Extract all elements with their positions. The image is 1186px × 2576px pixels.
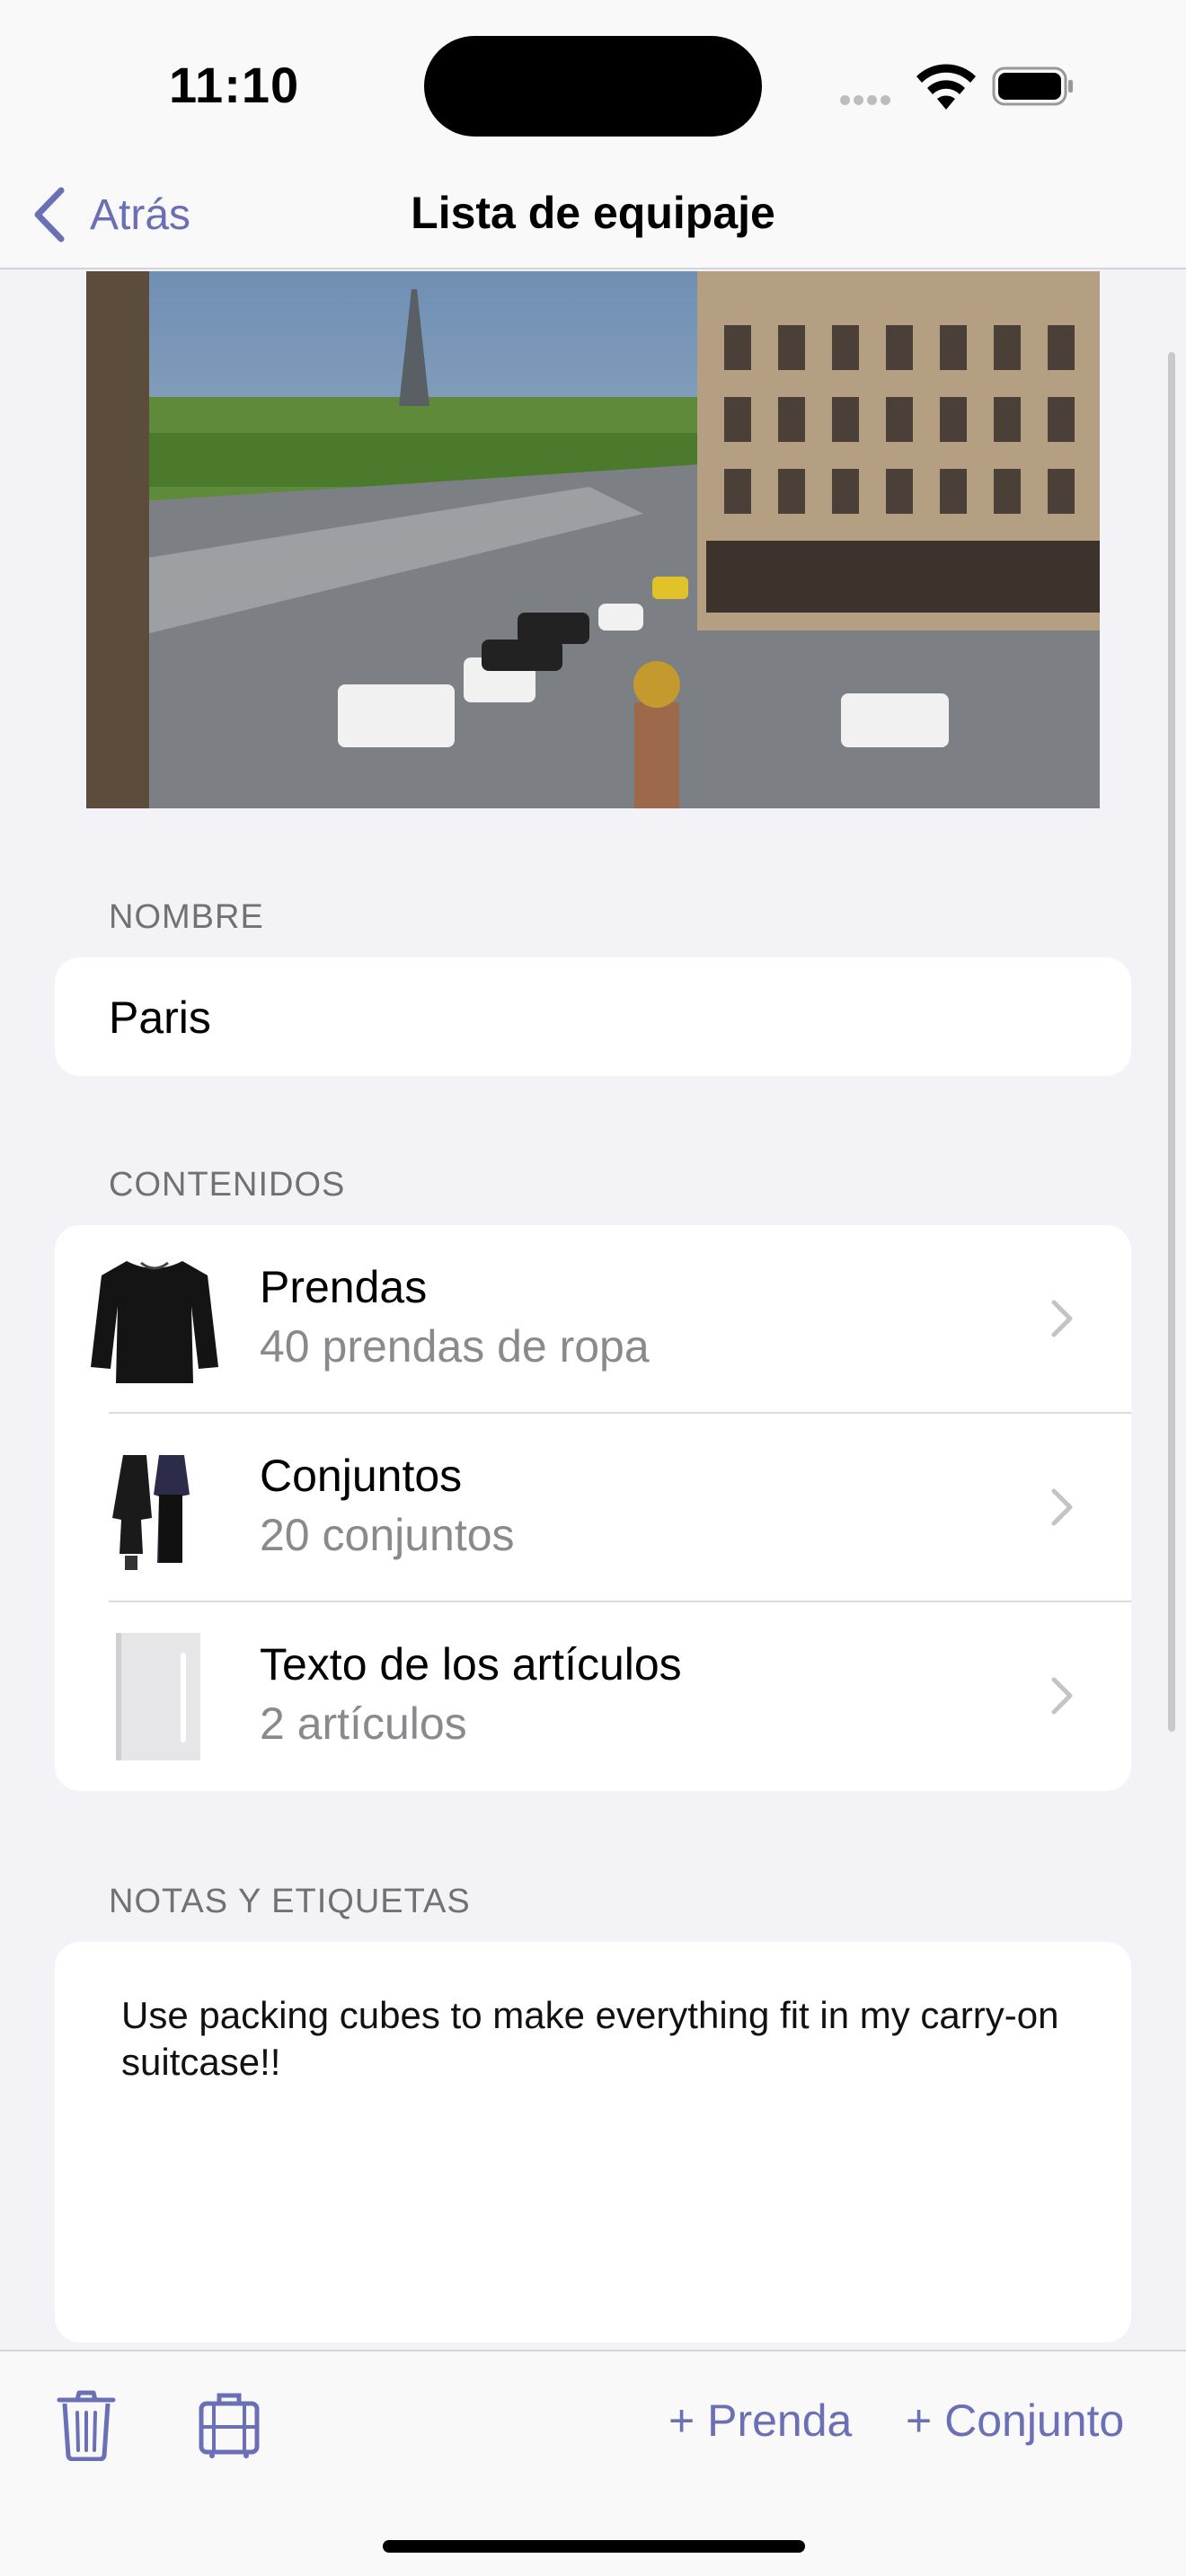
paris-street-image: [86, 271, 1100, 808]
chevron-right-icon: [1051, 1300, 1073, 1337]
battery-icon: [992, 66, 1073, 106]
row-title: Texto de los artículos: [260, 1639, 682, 1689]
packing-list-screen: 11:10 Atrás Lista de equipaje NOMBRE Par…: [0, 0, 1186, 2576]
row-title: Prendas: [260, 1262, 428, 1312]
list-item-prendas[interactable]: Prendas 40 prendas de ropa: [55, 1225, 1131, 1414]
suitcase-icon[interactable]: [198, 2391, 261, 2459]
add-item-button[interactable]: + Prenda: [668, 2395, 852, 2447]
contents-section-header: CONTENIDOS: [109, 1166, 346, 1204]
name-section-header: NOMBRE: [109, 898, 264, 936]
row-subtitle: 2 artículos: [260, 1698, 467, 1749]
notes-section-header: NOTAS Y ETIQUETAS: [109, 1883, 471, 1920]
dynamic-island: [424, 36, 762, 137]
navigation-bar: Atrás Lista de equipaje: [0, 162, 1186, 269]
add-outfit-button[interactable]: + Conjunto: [906, 2395, 1124, 2447]
chevron-right-icon: [1051, 1677, 1073, 1715]
page-title: Lista de equipaje: [411, 188, 775, 238]
status-time: 11:10: [169, 57, 300, 113]
name-card: Paris: [55, 957, 1131, 1076]
shirt-thumbnail: [91, 1261, 218, 1383]
notes-text-area[interactable]: Use packing cubes to make everything fit…: [121, 1992, 1074, 2086]
list-item-conjuntos[interactable]: Conjuntos 20 conjuntos: [55, 1414, 1131, 1602]
home-indicator[interactable]: [383, 2540, 805, 2553]
chevron-right-icon: [1051, 1488, 1073, 1526]
notes-card: Use packing cubes to make everything fit…: [55, 1942, 1131, 2342]
wifi-icon: [916, 64, 976, 110]
name-field[interactable]: Paris: [109, 992, 211, 1044]
outfit-thumbnail: [112, 1455, 190, 1570]
status-bar: 11:10: [0, 0, 1186, 162]
bottom-toolbar: + Prenda + Conjunto: [0, 2350, 1186, 2576]
list-item-texto[interactable]: Texto de los artículos 2 artículos: [55, 1602, 1131, 1791]
row-subtitle: 40 prendas de ropa: [260, 1321, 650, 1372]
contents-card: Prendas 40 prendas de ropa Conjuntos 20 …: [55, 1225, 1131, 1791]
notebook-thumbnail: [116, 1633, 200, 1760]
row-title: Conjuntos: [260, 1451, 463, 1501]
trip-photo[interactable]: [86, 271, 1100, 808]
row-subtitle: 20 conjuntos: [260, 1510, 515, 1560]
cellular-signal-icon: [840, 93, 894, 110]
trash-icon[interactable]: [56, 2389, 117, 2461]
scrollbar[interactable]: [1168, 352, 1175, 1732]
